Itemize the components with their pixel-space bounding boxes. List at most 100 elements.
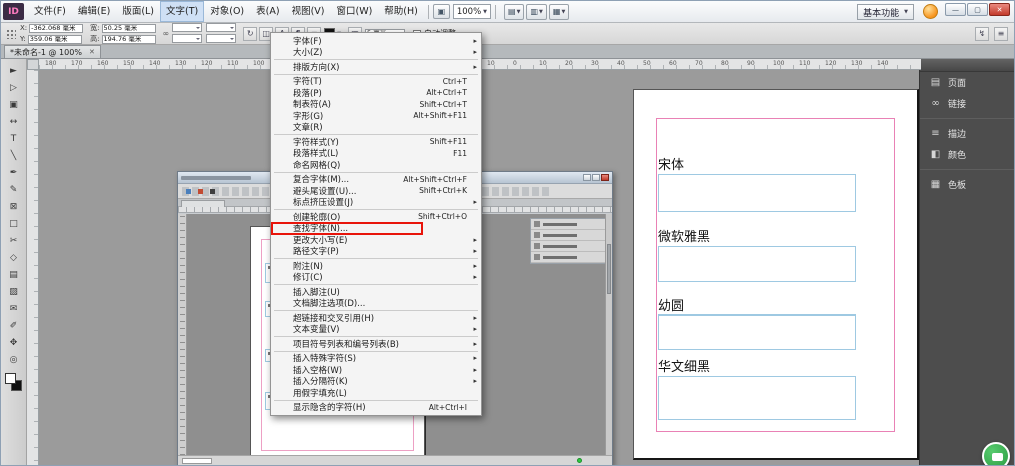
type-menu-item-30[interactable]: 超链接和交叉引用(H)▸ <box>271 312 481 324</box>
text-frame[interactable] <box>658 174 856 212</box>
type-menu-item-37[interactable]: 插入分隔符(K)▸ <box>271 376 481 388</box>
type-menu-item-5[interactable]: 字符(T)Ctrl+T <box>271 76 481 88</box>
pen-tool[interactable]: ✒ <box>4 165 24 181</box>
app-circle-icon[interactable] <box>923 4 938 19</box>
menu-edit[interactable]: 编辑(E) <box>72 1 116 22</box>
panel-item-links[interactable]: ∞链接 <box>920 93 1014 114</box>
inner-panel-row[interactable] <box>531 230 605 241</box>
type-menu-item-12[interactable]: 段落样式(L)F11 <box>271 148 481 160</box>
zoom-tool[interactable]: ◎ <box>4 352 24 368</box>
type-menu-item-35[interactable]: 插入特殊字符(S)▸ <box>271 353 481 365</box>
free-transform-tool[interactable]: ◇ <box>4 250 24 266</box>
type-menu-item-13[interactable]: 命名网格(Q) <box>271 159 481 171</box>
type-menu-item-0[interactable]: 字体(F)▸ <box>271 35 481 47</box>
type-menu-item-11[interactable]: 字符样式(Y)Shift+F11 <box>271 136 481 148</box>
fill-swatch[interactable] <box>5 373 16 384</box>
menu-view[interactable]: 视图(V) <box>286 1 331 22</box>
arrange-documents-button[interactable]: ▦▼ <box>549 4 569 20</box>
direct-selection-tool[interactable]: ▷ <box>4 80 24 96</box>
panel-menu-icon[interactable]: ≡ <box>994 27 1008 41</box>
constrain-proportions-icon[interactable]: ∞ <box>163 29 170 38</box>
page-tool[interactable]: ▣ <box>4 97 24 113</box>
close-button[interactable]: ✕ <box>989 3 1010 16</box>
type-menu-item-36[interactable]: 插入空格(W)▸ <box>271 364 481 376</box>
fill-stroke-swatches[interactable] <box>4 372 24 394</box>
inner-panel-row[interactable] <box>531 219 605 230</box>
menu-window[interactable]: 窗口(W) <box>330 1 378 22</box>
type-tool[interactable]: T <box>4 131 24 147</box>
type-menu-item-17[interactable]: 标点挤压设置(J)▸ <box>271 197 481 209</box>
pencil-tool[interactable]: ✎ <box>4 182 24 198</box>
type-menu-item-40[interactable]: 显示隐含的字符(H)Alt+Ctrl+I <box>271 402 481 414</box>
inner-minimize-button[interactable] <box>583 174 591 181</box>
type-menu-item-6[interactable]: 段落(P)Alt+Ctrl+T <box>271 87 481 99</box>
rotation-field[interactable] <box>206 23 236 32</box>
minimize-button[interactable]: — <box>945 3 966 16</box>
panel-item-swatches[interactable]: ▦色板 <box>920 174 1014 195</box>
type-menu-item-38[interactable]: 用假字填充(L) <box>271 387 481 399</box>
height-field-input[interactable]: 194.76 毫米 <box>102 35 156 44</box>
bridge-icon[interactable]: ▣ <box>433 4 450 19</box>
gradient-tool[interactable]: ▤ <box>4 267 24 283</box>
panel-dock-header[interactable] <box>920 59 1014 72</box>
restore-button[interactable]: ▢ <box>967 3 988 16</box>
panel-item-stroke[interactable]: ≡描边 <box>920 123 1014 144</box>
type-menu-item-15[interactable]: 复合字体(M)...Alt+Shift+Ctrl+F <box>271 174 481 186</box>
panel-item-color[interactable]: ◧颜色 <box>920 144 1014 165</box>
inner-close-button[interactable] <box>601 174 609 181</box>
selection-tool[interactable]: ► <box>4 63 24 79</box>
note-tool[interactable]: ✉ <box>4 301 24 317</box>
inner-page-nav-field[interactable] <box>182 458 212 464</box>
ruler-vertical[interactable] <box>27 70 39 465</box>
scissors-tool[interactable]: ✂ <box>4 233 24 249</box>
type-menu-item-28[interactable]: 文档脚注选项(D)... <box>271 298 481 310</box>
shear-field[interactable] <box>206 34 236 43</box>
tab-close-icon[interactable]: ✕ <box>89 48 95 56</box>
gradient-feather-tool[interactable]: ▨ <box>4 284 24 300</box>
rectangle-tool[interactable]: □ <box>4 216 24 232</box>
scale-x-field[interactable] <box>172 23 202 32</box>
menu-object[interactable]: 对象(O) <box>204 1 250 22</box>
eyedropper-tool[interactable]: ✐ <box>4 318 24 334</box>
type-menu-item-21[interactable]: 更改大小写(E)▸ <box>271 234 481 246</box>
type-menu-item-1[interactable]: 大小(Z)▸ <box>271 47 481 59</box>
type-menu-item-9[interactable]: 文章(R) <box>271 122 481 134</box>
quick-apply-icon[interactable]: ↯ <box>975 27 989 41</box>
type-menu-item-31[interactable]: 文本变量(V)▸ <box>271 324 481 336</box>
line-tool[interactable]: ╲ <box>4 148 24 164</box>
menu-layout[interactable]: 版面(L) <box>116 1 160 22</box>
menu-type[interactable]: 文字(T) <box>160 1 204 22</box>
rectangle-frame-tool[interactable]: ⊠ <box>4 199 24 215</box>
inner-document-tab[interactable] <box>181 200 225 207</box>
inner-scroll-thumb[interactable] <box>607 244 611 294</box>
type-menu-item-24[interactable]: 附注(N)▸ <box>271 260 481 272</box>
ruler-origin-corner[interactable] <box>27 59 39 70</box>
type-menu-item-3[interactable]: 排版方向(X)▸ <box>271 61 481 73</box>
inner-panel-row[interactable] <box>531 252 605 263</box>
panel-item-pages[interactable]: ▤页面 <box>920 72 1014 93</box>
type-menu-item-8[interactable]: 字形(G)Alt+Shift+F11 <box>271 110 481 122</box>
menu-help[interactable]: 帮助(H) <box>378 1 424 22</box>
view-options-button[interactable]: ▤▼ <box>504 4 524 20</box>
width-field-input[interactable]: 50.25 毫米 <box>102 24 156 33</box>
y-position-field-input[interactable]: 359.06 毫米 <box>28 35 82 44</box>
inner-vertical-scrollbar[interactable] <box>605 214 612 455</box>
zoom-level-select[interactable]: 100% ▼ <box>453 4 491 19</box>
inner-panel-row[interactable] <box>531 241 605 252</box>
text-frame[interactable] <box>658 314 856 350</box>
hand-tool[interactable]: ✥ <box>4 335 24 351</box>
inner-restore-button[interactable] <box>592 174 600 181</box>
reference-point-proxy[interactable] <box>5 28 16 39</box>
screen-mode-button[interactable]: ▥▼ <box>526 4 546 20</box>
type-menu-item-25[interactable]: 修订(C)▸ <box>271 272 481 284</box>
menu-file[interactable]: 文件(F) <box>28 1 72 22</box>
workspace-switcher[interactable]: 基本功能 ▼ <box>857 4 914 20</box>
document-tab[interactable]: *未命名-1 @ 100% ✕ <box>4 45 101 58</box>
type-menu-item-7[interactable]: 制表符(A)Shift+Ctrl+T <box>271 99 481 111</box>
text-frame[interactable] <box>658 376 856 420</box>
scale-y-field[interactable] <box>172 34 202 43</box>
rotate-icon[interactable]: ↻ <box>243 27 257 41</box>
type-menu-item-20[interactable]: 查找字体(N)... <box>271 223 481 235</box>
type-menu-item-16[interactable]: 避头尾设置(U)...Shift+Ctrl+K <box>271 185 481 197</box>
text-frame[interactable] <box>658 246 856 282</box>
